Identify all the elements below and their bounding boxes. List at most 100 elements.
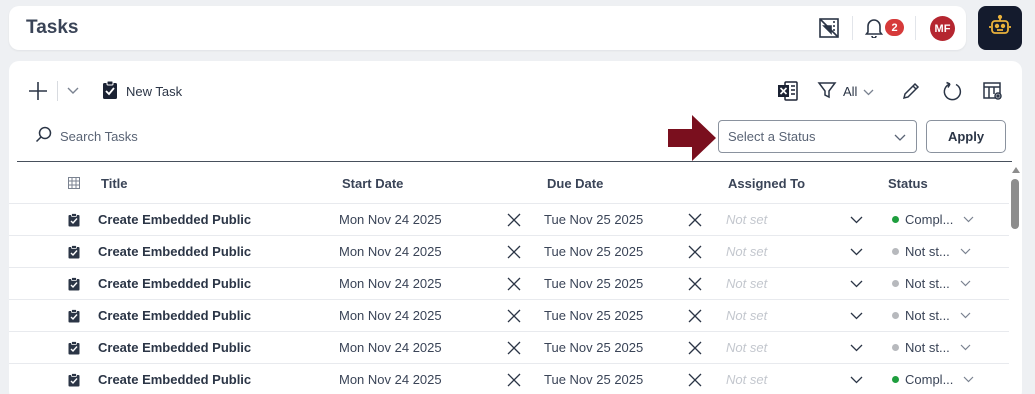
due-date[interactable]: Tue Nov 25 2025 [544, 308, 643, 323]
clear-start-date-icon[interactable] [507, 277, 521, 291]
chevron-down-icon [960, 344, 971, 351]
table-row[interactable]: Create Embedded Public Mon Nov 24 2025 Tue… [9, 203, 1009, 235]
app-header: Tasks 2 MF [9, 6, 966, 50]
avatar[interactable]: MF [930, 16, 955, 41]
search-input[interactable]: Search Tasks [60, 129, 138, 144]
clear-due-date-icon[interactable] [688, 277, 702, 291]
chevron-down-icon[interactable] [850, 344, 863, 352]
status-label: Not st... [905, 276, 950, 291]
column-header-title[interactable]: Title [101, 176, 128, 191]
chevron-down-icon[interactable] [850, 312, 863, 320]
chevron-down-icon[interactable] [850, 248, 863, 256]
status-label: Not st... [905, 308, 950, 323]
clear-start-date-icon[interactable] [507, 341, 521, 355]
start-date[interactable]: Mon Nov 24 2025 [339, 276, 442, 291]
assigned-to[interactable]: Not set [726, 340, 767, 355]
bot-icon [988, 14, 1012, 43]
assigned-to[interactable]: Not set [726, 276, 767, 291]
clear-due-date-icon[interactable] [688, 245, 702, 259]
bot-button[interactable] [978, 6, 1022, 50]
task-title[interactable]: Create Embedded Public [98, 212, 251, 227]
status-select[interactable]: Select a Status [718, 120, 917, 153]
clear-start-date-icon[interactable] [507, 309, 521, 323]
start-date[interactable]: Mon Nov 24 2025 [339, 308, 442, 323]
task-title[interactable]: Create Embedded Public [98, 244, 251, 259]
status-dropdown[interactable]: Not st... [892, 276, 971, 291]
clipboard-icon [68, 373, 80, 387]
task-title[interactable]: Create Embedded Public [98, 372, 251, 387]
clear-start-date-icon[interactable] [507, 213, 521, 227]
scrollbar[interactable] [1010, 167, 1022, 394]
start-date[interactable]: Mon Nov 24 2025 [339, 340, 442, 355]
due-date[interactable]: Tue Nov 25 2025 [544, 212, 643, 227]
tasks-panel: New Task All Search Tasks Select a Statu… [9, 61, 1022, 394]
status-dropdown[interactable]: Not st... [892, 340, 971, 355]
table-settings-icon[interactable] [981, 79, 1005, 103]
assigned-to[interactable]: Not set [726, 372, 767, 387]
clear-due-date-icon[interactable] [688, 213, 702, 227]
chevron-down-icon [963, 376, 974, 383]
refresh-icon[interactable] [940, 79, 964, 103]
scroll-thumb[interactable] [1011, 179, 1019, 229]
chevron-down-icon[interactable] [850, 216, 863, 224]
plus-icon[interactable] [27, 79, 49, 103]
new-task-button[interactable]: New Task [102, 79, 182, 103]
due-date[interactable]: Tue Nov 25 2025 [544, 276, 643, 291]
status-label: Compl... [905, 372, 954, 387]
chevron-down-icon[interactable] [850, 280, 863, 288]
chevron-down-icon [960, 312, 971, 319]
excel-export-icon[interactable] [776, 79, 800, 103]
ruler-layout-icon[interactable] [817, 16, 841, 40]
task-title[interactable]: Create Embedded Public [98, 340, 251, 355]
start-date[interactable]: Mon Nov 24 2025 [339, 244, 442, 259]
bell-icon[interactable] [862, 16, 886, 40]
table-row[interactable]: Create Embedded Public Mon Nov 24 2025 Tue… [9, 299, 1009, 331]
apply-button[interactable]: Apply [926, 120, 1006, 153]
column-header-start-date[interactable]: Start Date [342, 176, 403, 191]
clear-start-date-icon[interactable] [507, 245, 521, 259]
task-title[interactable]: Create Embedded Public [98, 308, 251, 323]
task-title[interactable]: Create Embedded Public [98, 276, 251, 291]
column-header-assigned-to[interactable]: Assigned To [728, 176, 805, 191]
status-dropdown[interactable]: Not st... [892, 308, 971, 323]
status-dot [892, 376, 899, 383]
chevron-down-icon [863, 84, 874, 99]
table-header: Title Start Date Due Date Assigned To St… [9, 169, 1009, 197]
pencil-icon[interactable] [899, 79, 923, 103]
header-divider [915, 16, 916, 40]
table-row[interactable]: Create Embedded Public Mon Nov 24 2025 Tue… [9, 267, 1009, 299]
due-date[interactable]: Tue Nov 25 2025 [544, 244, 643, 259]
new-task-label: New Task [126, 83, 183, 99]
status-dropdown[interactable]: Compl... [892, 372, 974, 387]
toolbar-divider [57, 81, 58, 101]
chevron-down-icon[interactable] [65, 79, 81, 103]
due-date[interactable]: Tue Nov 25 2025 [544, 372, 643, 387]
assigned-to[interactable]: Not set [726, 212, 767, 227]
assigned-to[interactable]: Not set [726, 244, 767, 259]
clear-start-date-icon[interactable] [507, 373, 521, 387]
search-box[interactable]: Search Tasks [35, 125, 138, 147]
scroll-up-icon[interactable] [1012, 167, 1020, 173]
column-header-due-date[interactable]: Due Date [547, 176, 603, 191]
clear-due-date-icon[interactable] [688, 309, 702, 323]
due-date[interactable]: Tue Nov 25 2025 [544, 340, 643, 355]
status-dropdown[interactable]: Not st... [892, 244, 971, 259]
column-picker-icon[interactable] [68, 177, 80, 192]
clipboard-icon [68, 341, 80, 355]
assigned-to[interactable]: Not set [726, 308, 767, 323]
clipboard-icon [102, 80, 118, 103]
chevron-down-icon[interactable] [850, 376, 863, 384]
start-date[interactable]: Mon Nov 24 2025 [339, 212, 442, 227]
table-row[interactable]: Create Embedded Public Mon Nov 24 2025 Tue… [9, 363, 1009, 394]
table-row[interactable]: Create Embedded Public Mon Nov 24 2025 Tue… [9, 235, 1009, 267]
start-date[interactable]: Mon Nov 24 2025 [339, 372, 442, 387]
status-dropdown[interactable]: Compl... [892, 212, 974, 227]
table-row[interactable]: Create Embedded Public Mon Nov 24 2025 Tue… [9, 331, 1009, 363]
status-dot [892, 280, 899, 287]
column-header-status[interactable]: Status [888, 176, 928, 191]
divider [17, 161, 1012, 162]
clear-due-date-icon[interactable] [688, 341, 702, 355]
filter-dropdown[interactable]: All [817, 79, 874, 103]
clear-due-date-icon[interactable] [688, 373, 702, 387]
chevron-down-icon [960, 248, 971, 255]
